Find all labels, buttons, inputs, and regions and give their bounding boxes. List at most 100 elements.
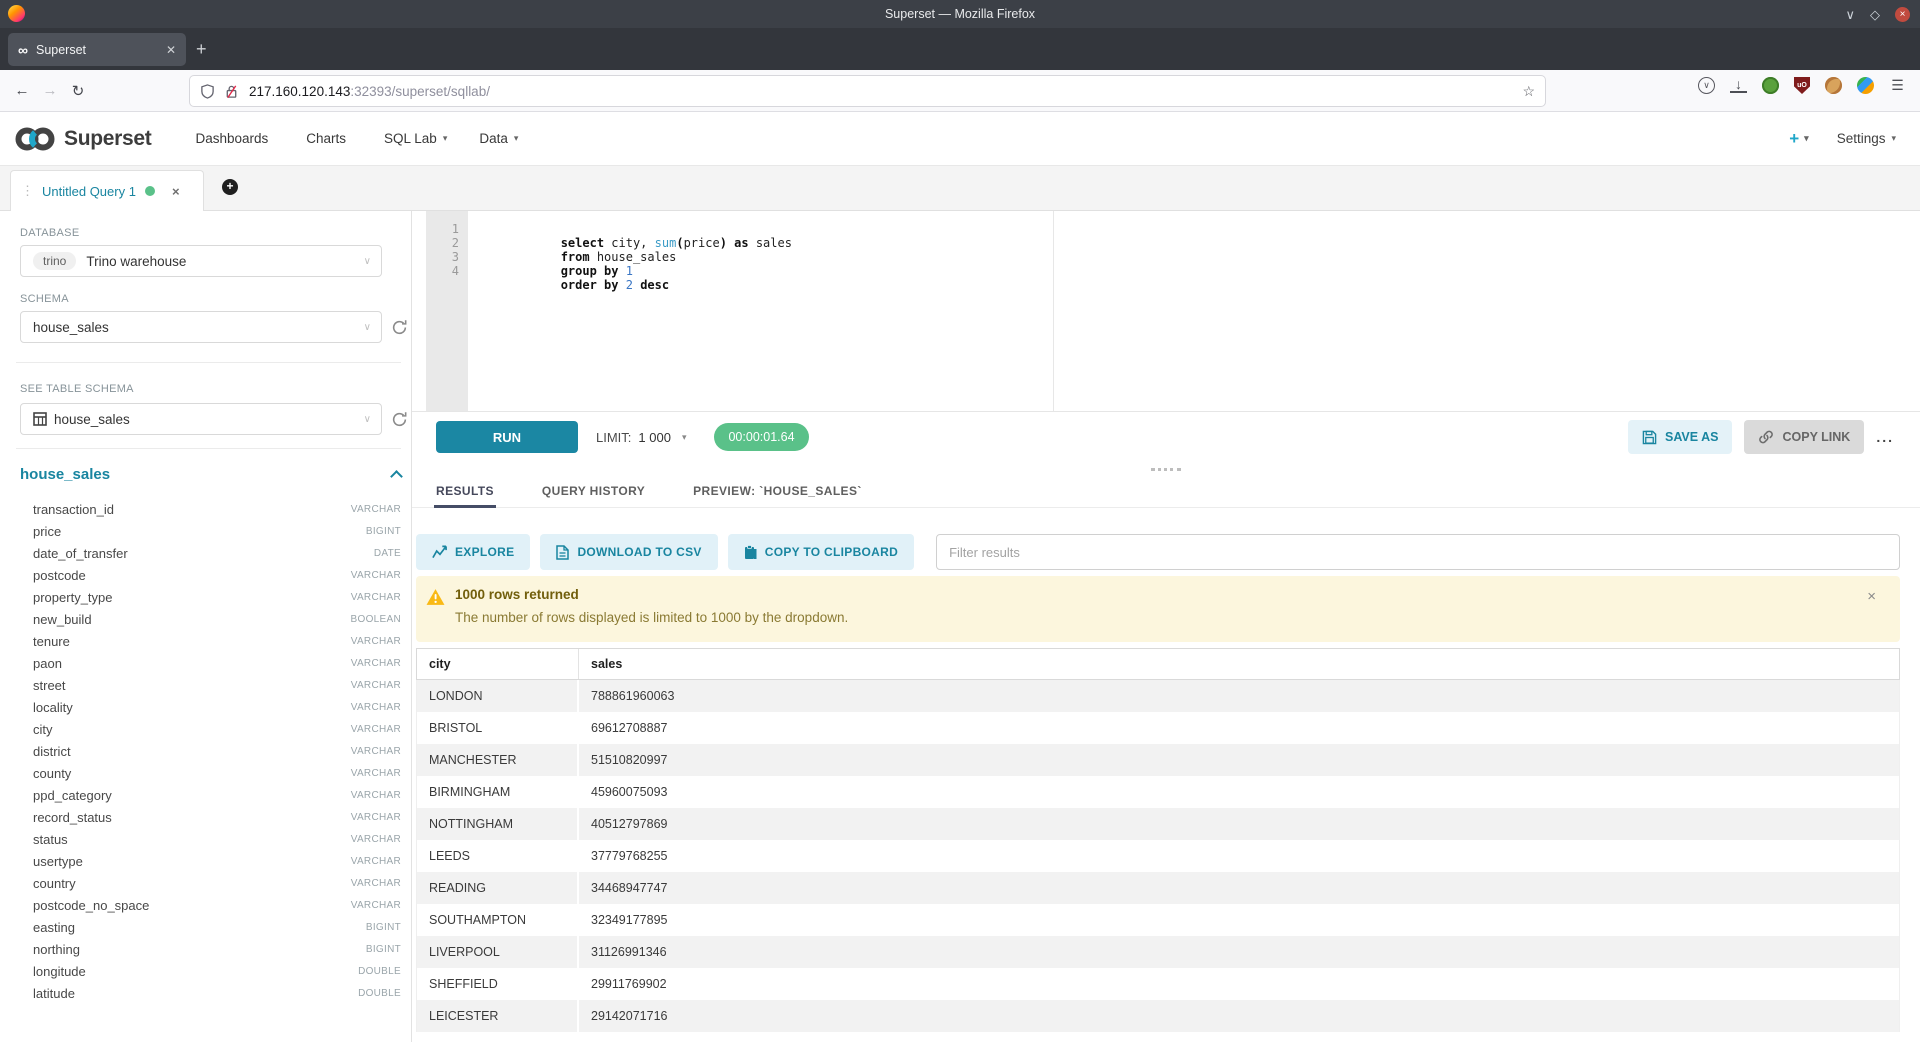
- window-maximize-icon[interactable]: ◇: [1870, 8, 1880, 21]
- more-options-button[interactable]: ...: [1876, 429, 1894, 445]
- database-select[interactable]: trino Trino warehouse ∨: [20, 245, 382, 277]
- downloads-icon[interactable]: ↓: [1730, 78, 1747, 93]
- cell-city: NOTTINGHAM: [417, 808, 579, 840]
- save-as-button[interactable]: SAVE AS: [1628, 420, 1733, 454]
- superset-logo-icon: [12, 124, 58, 154]
- add-query-tab-button[interactable]: +: [222, 179, 238, 195]
- collapse-chevron-icon[interactable]: [390, 470, 403, 483]
- explore-button[interactable]: EXPLORE: [416, 534, 530, 570]
- refresh-table-icon[interactable]: [391, 411, 408, 428]
- column-row: street VARCHAR: [33, 674, 401, 696]
- nav-item-charts[interactable]: Charts: [290, 131, 368, 146]
- column-row: ppd_category VARCHAR: [33, 784, 401, 806]
- nav-item-data[interactable]: Data▾: [463, 131, 534, 146]
- new-tab-button[interactable]: +: [196, 38, 207, 60]
- divider: [16, 362, 401, 363]
- table-row: READING 34468947747: [417, 872, 1899, 904]
- copy-clipboard-button[interactable]: COPY TO CLIPBOARD: [728, 534, 914, 570]
- tab-close-icon[interactable]: ✕: [166, 43, 176, 57]
- link-icon: [1758, 429, 1774, 445]
- browser-toolbar: ← → ↻ 217.160.120.143:32393/superset/sql…: [0, 70, 1920, 112]
- line-number: 2: [426, 236, 468, 250]
- superset-brand[interactable]: Superset: [12, 124, 151, 154]
- column-row: record_status VARCHAR: [33, 806, 401, 828]
- cell-city: LONDON: [417, 680, 579, 712]
- settings-menu[interactable]: Settings▾: [1837, 131, 1896, 146]
- browser-tab[interactable]: ∞ Superset ✕: [8, 33, 186, 66]
- nav-item-sql-lab[interactable]: SQL Lab▾: [368, 131, 463, 146]
- column-type: BIGINT: [366, 922, 401, 933]
- chevron-down-icon: ∨: [364, 322, 371, 333]
- hamburger-menu-icon[interactable]: ☰: [1889, 77, 1906, 94]
- code-line: order by 2 desc: [474, 264, 1920, 278]
- tab-preview[interactable]: PREVIEW: `HOUSE_SALES`: [693, 475, 862, 507]
- caret-down-icon: ▾: [514, 133, 519, 144]
- column-type: VARCHAR: [351, 592, 401, 603]
- bookmark-star-icon[interactable]: ☆: [1522, 83, 1535, 100]
- pocket-icon[interactable]: ∨: [1698, 77, 1715, 94]
- tab-query-history[interactable]: QUERY HISTORY: [542, 475, 645, 507]
- alert-message: The number of rows displayed is limited …: [455, 610, 848, 625]
- tab-results[interactable]: RESULTS: [436, 475, 494, 507]
- plus-icon: +: [1789, 129, 1799, 149]
- window-minimize-icon[interactable]: ∨: [1845, 8, 1855, 21]
- url-field[interactable]: 217.160.120.143:32393/superset/sqllab/ ☆: [190, 76, 1545, 106]
- ublock-icon[interactable]: uO: [1794, 77, 1810, 94]
- limit-label: LIMIT:: [596, 430, 631, 445]
- column-type: DOUBLE: [358, 988, 401, 999]
- column-row: northing BIGINT: [33, 938, 401, 960]
- nav-item-dashboards[interactable]: Dashboards: [179, 131, 290, 146]
- pane-resize-handle[interactable]: [412, 463, 1920, 475]
- query-tab[interactable]: ⋮ Untitled Query 1 ×: [10, 170, 204, 211]
- header-sales[interactable]: sales: [579, 649, 1899, 679]
- limit-value: 1 000: [638, 430, 671, 445]
- column-row: postcode VARCHAR: [33, 564, 401, 586]
- table-row: LIVERPOOL 31126991346: [417, 936, 1899, 968]
- column-row: longitude DOUBLE: [33, 960, 401, 982]
- cell-city: SHEFFIELD: [417, 968, 579, 1000]
- copy-link-button[interactable]: COPY LINK: [1744, 420, 1864, 454]
- column-type: BOOLEAN: [351, 614, 401, 625]
- query-status-dot: [145, 186, 155, 196]
- table-select[interactable]: house_sales ∨: [20, 403, 382, 435]
- back-button[interactable]: ←: [8, 82, 36, 99]
- sql-editor[interactable]: 1234 select city, sum(price) as sales fr…: [412, 211, 1920, 412]
- reload-button[interactable]: ↻: [64, 82, 92, 100]
- limit-dropdown[interactable]: LIMIT: 1 000 ▾: [596, 430, 686, 445]
- table-schema-label: SEE TABLE SCHEMA: [20, 383, 134, 395]
- editor-code[interactable]: select city, sum(price) as sales from ho…: [474, 222, 1920, 278]
- column-list: transaction_id VARCHAR price BIGINT date…: [33, 498, 401, 1004]
- column-row: transaction_id VARCHAR: [33, 498, 401, 520]
- add-new-button[interactable]: +▾: [1789, 129, 1808, 149]
- column-name: tenure: [33, 634, 70, 649]
- cell-sales: 69612708887: [579, 712, 1899, 744]
- extension-icon[interactable]: [1857, 77, 1874, 94]
- shield-icon[interactable]: [200, 84, 215, 99]
- table-value: house_sales: [54, 412, 130, 427]
- column-name: new_build: [33, 612, 92, 627]
- cookie-extension-icon[interactable]: [1825, 77, 1842, 94]
- column-type: VARCHAR: [351, 504, 401, 515]
- schema-select[interactable]: house_sales ∨: [20, 311, 382, 343]
- column-name: status: [33, 832, 68, 847]
- monkey-extension-icon[interactable]: [1762, 77, 1779, 94]
- url-text: 217.160.120.143:32393/superset/sqllab/: [249, 84, 490, 99]
- table-row: LEICESTER 29142071716: [417, 1000, 1899, 1032]
- forward-button[interactable]: →: [36, 82, 64, 99]
- run-button[interactable]: RUN: [436, 421, 578, 453]
- refresh-schema-icon[interactable]: [391, 319, 408, 336]
- query-tab-bar: ⋮ Untitled Query 1 × +: [0, 166, 1920, 211]
- column-type: VARCHAR: [351, 900, 401, 911]
- download-csv-button[interactable]: DOWNLOAD TO CSV: [540, 534, 717, 570]
- column-row: county VARCHAR: [33, 762, 401, 784]
- alert-close-icon[interactable]: ×: [1867, 588, 1876, 605]
- column-name: postcode: [33, 568, 86, 583]
- header-city[interactable]: city: [417, 649, 579, 679]
- window-close-icon[interactable]: ×: [1895, 7, 1910, 22]
- query-tab-close-icon[interactable]: ×: [172, 184, 180, 199]
- lock-broken-icon[interactable]: [224, 84, 239, 99]
- divider: [16, 448, 401, 449]
- column-type: DOUBLE: [358, 966, 401, 977]
- filter-results-input[interactable]: [936, 534, 1900, 570]
- column-type: VARCHAR: [351, 636, 401, 647]
